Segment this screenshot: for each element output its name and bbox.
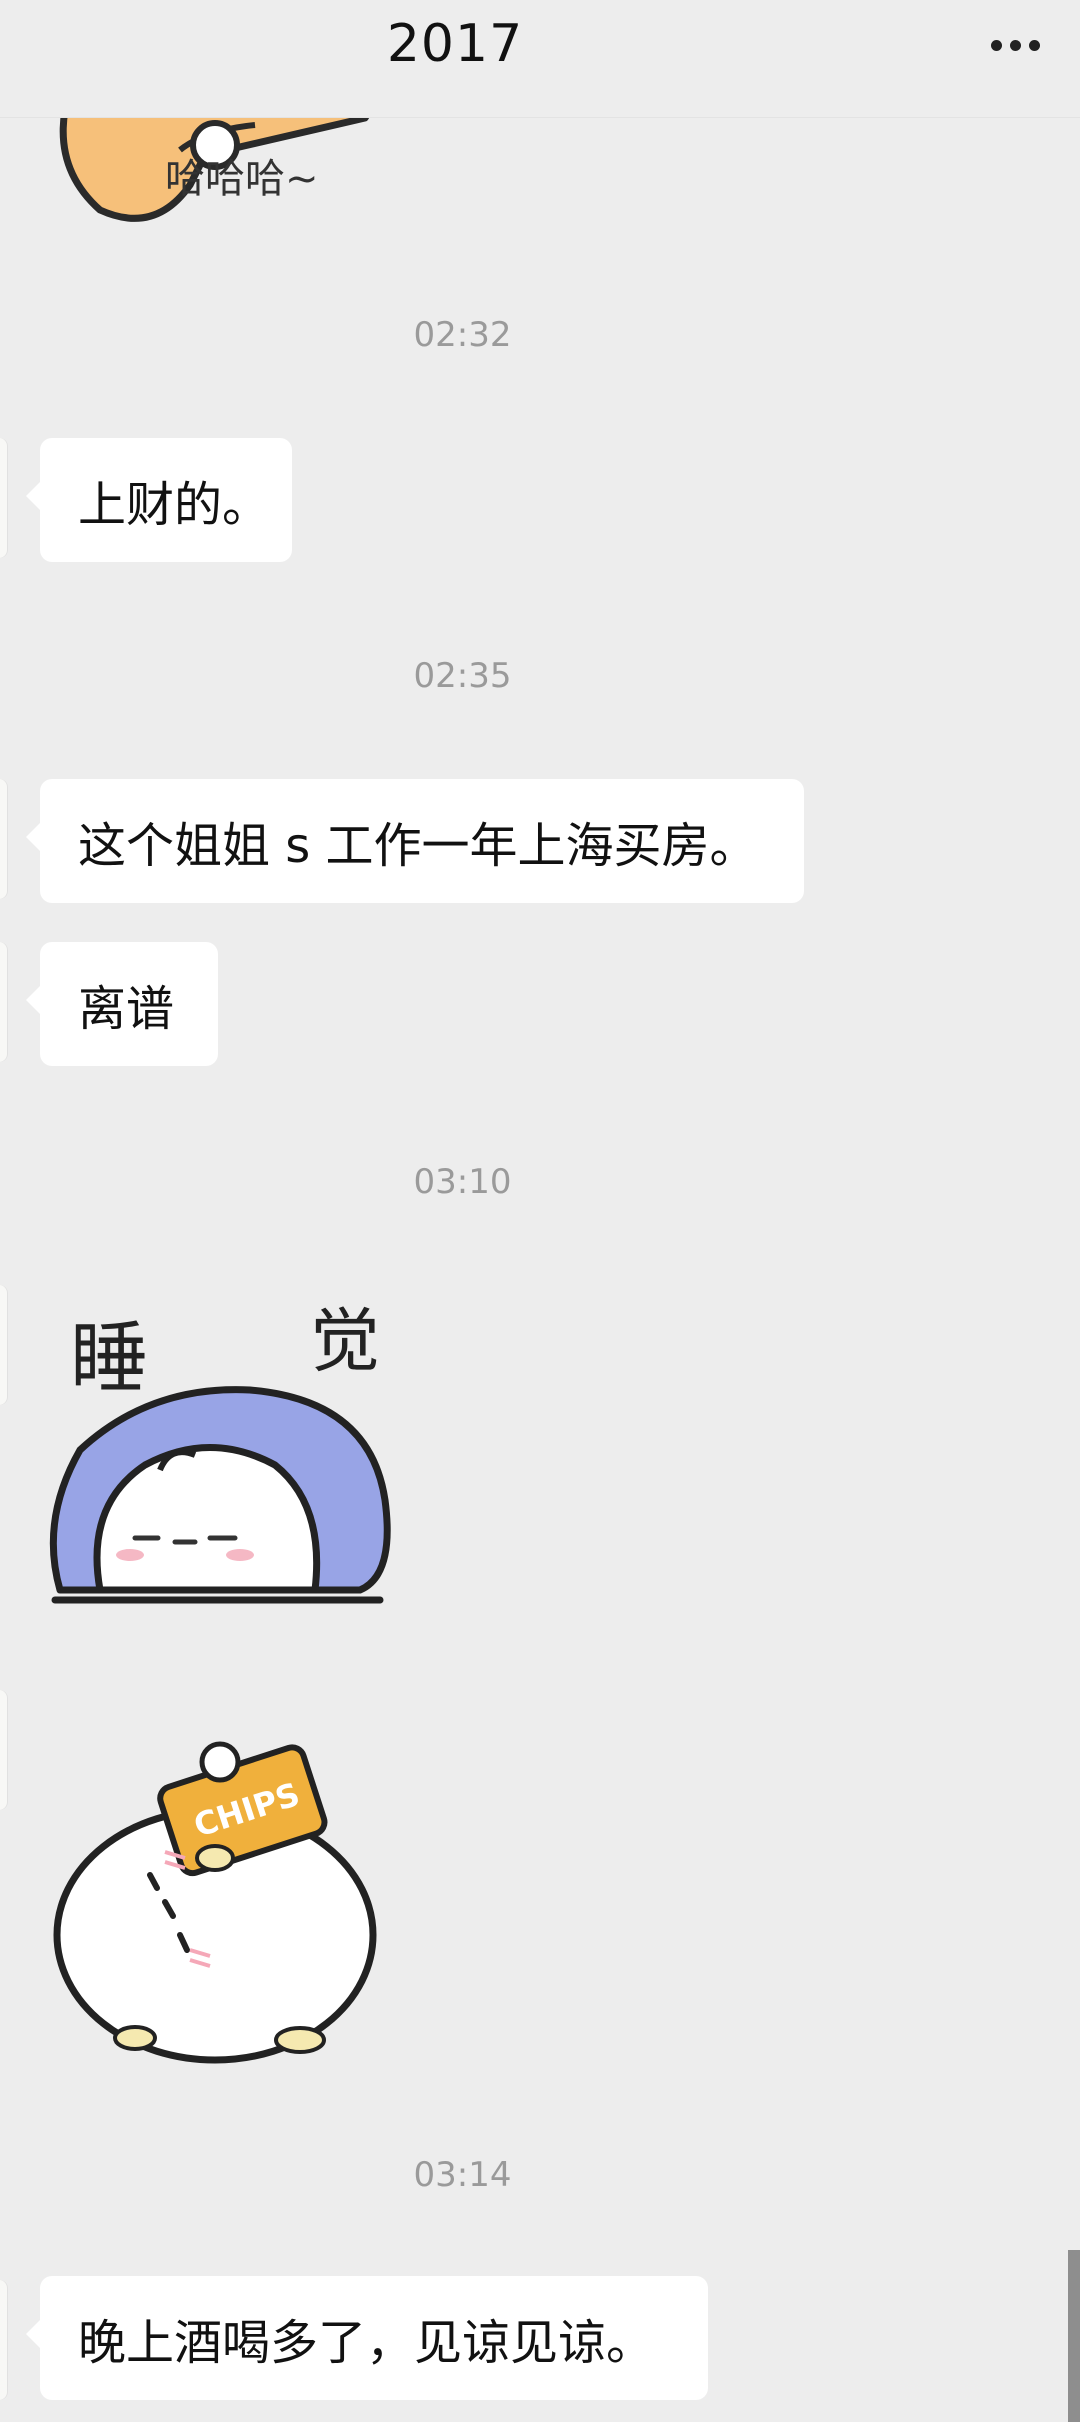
chat-header: 2017 — [0, 0, 1080, 118]
avatar[interactable] — [0, 942, 8, 1062]
sticker-sleep-text-1: 睡 — [70, 1314, 148, 1404]
scrollbar[interactable] — [1068, 2250, 1080, 2422]
avatar[interactable] — [0, 1690, 8, 1810]
timestamp: 02:35 — [413, 656, 512, 696]
timestamp: 03:10 — [413, 1162, 512, 1202]
more-horizontal-icon — [990, 39, 1002, 51]
chips-sticker[interactable]: CHIPS — [45, 1740, 405, 2070]
avatar[interactable] — [0, 779, 8, 899]
sticker-sleep-text-2: 觉 — [310, 1300, 380, 1382]
message-bubble[interactable]: 上财的。 — [26, 438, 292, 562]
message-bubble[interactable]: 离谱 — [26, 942, 218, 1066]
avatar[interactable] — [0, 1285, 8, 1405]
avatar[interactable] — [0, 438, 8, 558]
chat-title: 2017 — [386, 14, 524, 74]
more-options-button[interactable] — [980, 20, 1050, 70]
timestamp: 03:14 — [413, 2155, 512, 2195]
message-bubble[interactable]: 这个姐姐 s 工作一年上海买房。 — [26, 779, 804, 903]
laughing-sticker[interactable]: 哈哈哈~ — [55, 110, 415, 230]
sticker-laugh-text: 哈哈哈~ — [165, 156, 319, 202]
avatar[interactable] — [0, 2280, 8, 2400]
sleep-sticker[interactable]: 睡 觉 — [40, 1290, 420, 1630]
message-bubble[interactable]: 晚上酒喝多了，见谅见谅。 — [26, 2276, 708, 2400]
timestamp: 02:32 — [413, 315, 512, 355]
